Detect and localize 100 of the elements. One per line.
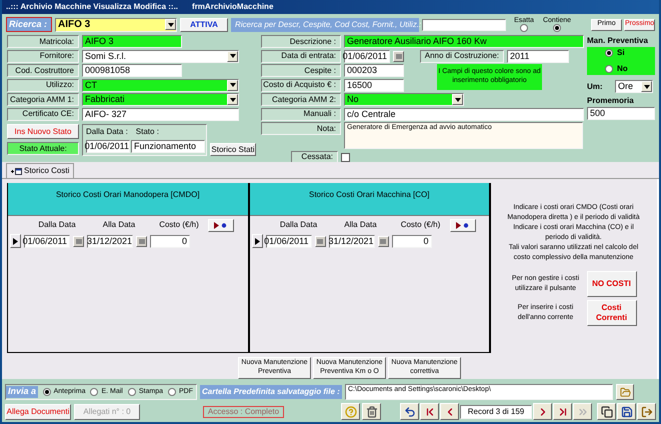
toolbar-button[interactable]: [341, 403, 360, 420]
field-label: Cod. Costruttore: [7, 64, 79, 77]
input-field[interactable]: 01/06/2011: [266, 234, 312, 248]
field-label: Utilizzo:: [7, 78, 79, 92]
tab[interactable]: Storico Costi: [6, 163, 74, 178]
copy-icon: [600, 406, 612, 418]
radio-button[interactable]: [42, 388, 51, 396]
cost-button[interactable]: Costi Correnti: [586, 300, 636, 326]
new-record-button[interactable]: [208, 218, 234, 232]
input-field[interactable]: 31/12/2021: [87, 234, 133, 248]
radio-button[interactable]: [168, 388, 176, 396]
input-field[interactable]: 01/06/2011: [344, 50, 390, 62]
toolbar-button[interactable]: [400, 403, 419, 420]
field-label: Anno di Costruzione:: [420, 50, 504, 62]
input-field[interactable]: 500: [587, 107, 655, 120]
search-field[interactable]: [422, 18, 506, 30]
record-selector[interactable]: [252, 234, 262, 248]
radio-button[interactable]: [128, 388, 136, 396]
exit-icon: [640, 406, 652, 418]
input-field[interactable]: AIFO 3: [82, 35, 182, 48]
toolbar-button[interactable]: [637, 403, 656, 420]
radio-button[interactable]: [520, 24, 528, 32]
dropdown-field[interactable]: Fabbricati: [82, 93, 239, 106]
field-label: Um:: [587, 80, 604, 92]
dropdown-field[interactable]: No: [344, 93, 464, 106]
section-header: Storico Costi Orari Macchina [CO]: [250, 183, 489, 216]
dropdown-arrow-icon: [454, 98, 460, 102]
toolbar-button[interactable]: [553, 403, 572, 420]
dropdown-arrow-icon: [644, 84, 650, 88]
input-field[interactable]: Funzionamento: [131, 140, 205, 153]
input-field[interactable]: 31/12/2021: [328, 234, 374, 248]
field-label: Cespite :: [261, 64, 341, 77]
column-header: Costo (€/h): [400, 219, 442, 231]
dropdown-field[interactable]: Ore: [615, 80, 653, 93]
browse-button[interactable]: [616, 384, 634, 400]
row-pointer-icon: [254, 238, 260, 244]
input-field[interactable]: Generatore Ausiliario AIFO 160 Kw: [344, 35, 584, 48]
toolbar-button[interactable]: [420, 403, 439, 420]
field-label: Certificato CE:: [7, 108, 79, 120]
field-label: Cessata:: [291, 150, 338, 164]
new-state-button[interactable]: Ins Nuovo Stato: [7, 124, 79, 139]
toolbar-button[interactable]: [617, 403, 636, 420]
toolbar-button[interactable]: [533, 403, 552, 420]
search-hint: Ricerca per Descr, Cespite, Cod Cost, Fornit., Utiliz.:: [231, 18, 419, 32]
dropdown-field[interactable]: CT: [82, 78, 239, 92]
dropdown-arrow-icon: [230, 54, 236, 58]
field-label: Dalla Data :: [86, 126, 128, 138]
input-field[interactable]: 01/06/2011: [24, 234, 70, 248]
option-label: No: [617, 63, 628, 75]
row-pointer-icon: [13, 238, 18, 244]
field-label: Descrizione :: [261, 35, 341, 48]
folder-label: Cartella Predefinita salvataggio file :: [200, 385, 342, 399]
input-field[interactable]: 01/06/2011: [86, 140, 130, 153]
date-picker-button[interactable]: [393, 50, 404, 62]
record-selector[interactable]: [10, 234, 21, 248]
form-name: frmArchivioMacchine: [192, 1, 274, 13]
date-picker-button[interactable]: [73, 236, 84, 246]
toolbar-button[interactable]: [362, 403, 381, 420]
column-header: Dalla Data: [37, 219, 77, 231]
column-header: Dalla Data: [278, 219, 318, 231]
new-record-button[interactable]: [450, 218, 476, 232]
field-label: Data di entrata:: [261, 50, 341, 62]
toolbar-button[interactable]: [597, 403, 616, 420]
dropdown-arrow-icon: [230, 83, 236, 87]
field-label: Categoria AMM 2:: [261, 93, 341, 106]
current-state-label: Stato Attuale:: [7, 142, 79, 155]
search-dropdown[interactable]: AIFO 3: [55, 18, 177, 32]
record-counter: Record 3 di 159: [460, 404, 532, 418]
cost-button[interactable]: NO COSTI: [586, 271, 636, 297]
input-field[interactable]: 0: [392, 234, 432, 248]
input-field[interactable]: 000203: [344, 64, 404, 77]
radio-button[interactable]: [553, 24, 561, 32]
dropdown-field[interactable]: Somi S.r.l.: [82, 50, 239, 62]
date-picker-button[interactable]: [136, 236, 147, 246]
send-label: Invia a: [6, 386, 38, 398]
input-field[interactable]: AIFO- 327: [82, 108, 239, 120]
field-label: Stato :: [136, 126, 159, 138]
section-title: Man. Preventiva: [587, 35, 649, 47]
state-history-button[interactable]: Storico Stati: [210, 143, 256, 156]
radio-button[interactable]: [90, 388, 98, 396]
date-picker-button[interactable]: [314, 236, 326, 246]
window-title: ..::: Archivio Macchine Visualizza Modifica ::..: [6, 1, 178, 13]
attach-button[interactable]: Allega Documenti: [5, 404, 71, 420]
input-field[interactable]: 0: [150, 234, 190, 248]
activate-button[interactable]: ATTIVA: [180, 18, 228, 32]
field-label: Categoria AMM 1:: [7, 93, 79, 106]
column-header: Alla Data: [343, 219, 378, 231]
new-record-icon: [214, 222, 228, 228]
radio-button[interactable]: [605, 65, 613, 73]
checkbox[interactable]: [341, 152, 350, 162]
radio-button[interactable]: [605, 49, 613, 57]
toolbar-button[interactable]: [440, 403, 459, 420]
help-icon: [344, 406, 356, 418]
save-icon: [620, 406, 632, 418]
input-field[interactable]: 2011: [507, 50, 569, 62]
input-field[interactable]: 16500: [344, 78, 404, 92]
trash-icon: [366, 406, 378, 418]
date-picker-button[interactable]: [378, 236, 388, 246]
input-field[interactable]: c/o Centrale: [344, 108, 584, 120]
input-field[interactable]: 000981058: [82, 64, 182, 77]
